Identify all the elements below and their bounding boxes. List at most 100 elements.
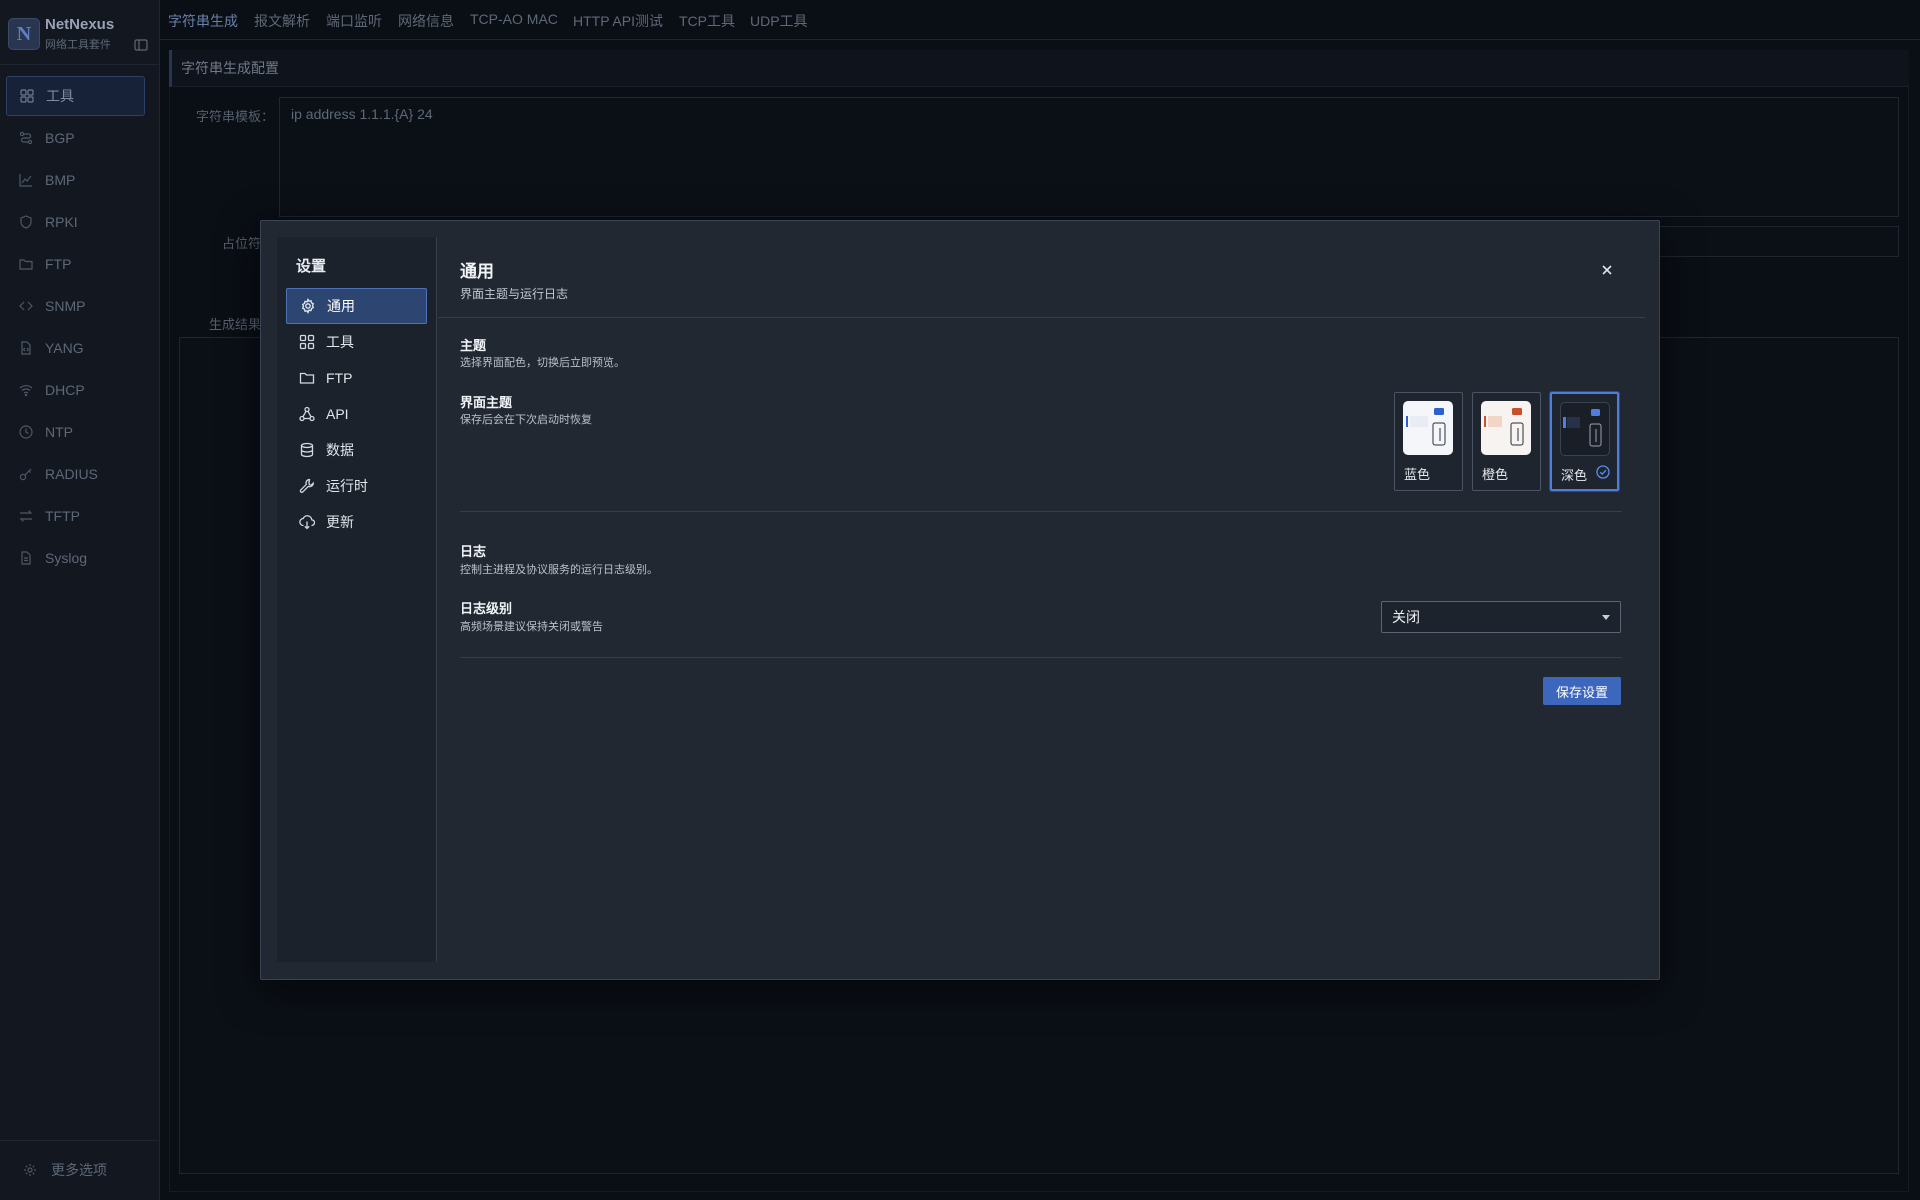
settings-nav-label: 运行时 — [326, 478, 368, 494]
panel-title: 通用 — [460, 262, 494, 281]
header-divider — [438, 317, 1645, 318]
app-sidebar: N NetNexus 网络工具套件 工具 BGP BMP RPKI FTP SN… — [0, 0, 160, 1200]
settings-title: 设置 — [296, 258, 327, 275]
key-icon — [19, 467, 33, 481]
log-level-select[interactable]: 关闭 — [1381, 601, 1621, 633]
sidebar-item-snmp[interactable]: SNMP — [6, 286, 145, 326]
app-subtitle: 网络工具套件 — [45, 39, 111, 51]
sidebar-item-label: SNMP — [45, 298, 86, 314]
sidebar-item-label: RPKI — [45, 214, 78, 230]
sidebar-item-label: DHCP — [45, 382, 85, 398]
sidebar-item-bmp[interactable]: BMP — [6, 160, 145, 200]
route-icon — [19, 131, 33, 145]
sidebar-item-ntp[interactable]: NTP — [6, 412, 145, 452]
settings-nav-api[interactable]: API — [286, 396, 427, 432]
result-label: 生成结果 — [209, 317, 262, 332]
tab-tcp-tool[interactable]: TCP工具 — [679, 11, 735, 31]
shield-icon — [19, 215, 33, 229]
more-options-button[interactable]: 更多选项 — [23, 1160, 107, 1180]
transfer-icon — [19, 509, 33, 523]
save-settings-button[interactable]: 保存设置 — [1543, 677, 1621, 705]
tab-string-gen[interactable]: 字符串生成 — [168, 11, 238, 31]
top-tab-bar: 字符串生成 报文解析 端口监听 网络信息 TCP-AO MAC HTTP API… — [160, 0, 1920, 40]
footer-divider — [460, 657, 1622, 658]
app-name: NetNexus — [45, 16, 115, 33]
grid-icon — [299, 334, 315, 350]
sidebar-item-label: 工具 — [46, 88, 74, 104]
sidebar-item-label: RADIUS — [45, 466, 98, 482]
theme-preview-blue — [1403, 401, 1453, 455]
section-header: 字符串生成配置 — [169, 50, 1909, 87]
tab-packet-parse[interactable]: 报文解析 — [254, 11, 310, 31]
sidebar-item-label: BMP — [45, 172, 76, 188]
sidebar-item-label: NTP — [45, 424, 73, 440]
logo-letter: N — [16, 22, 32, 45]
tab-udp-tool[interactable]: UDP工具 — [750, 11, 808, 31]
tab-tcp-ao-mac[interactable]: TCP-AO MAC — [470, 11, 558, 27]
template-label: 字符串模板： — [196, 109, 275, 124]
log-section-desc: 控制主进程及协议服务的运行日志级别。 — [460, 564, 658, 576]
sidebar-item-label: Syslog — [45, 550, 88, 566]
tab-network-info[interactable]: 网络信息 — [398, 11, 454, 31]
sidebar-item-ftp[interactable]: FTP — [6, 244, 145, 284]
sidebar-item-label: YANG — [45, 340, 84, 356]
clock-icon — [19, 425, 33, 439]
sidebar-item-rpki[interactable]: RPKI — [6, 202, 145, 242]
settings-nav-label: 工具 — [326, 334, 354, 350]
settings-nav-label: API — [326, 406, 349, 422]
grid-icon — [20, 89, 34, 103]
tab-http-api-test[interactable]: HTTP API测试 — [573, 11, 663, 31]
sidebar-collapse-icon[interactable] — [134, 38, 150, 54]
brand-divider — [0, 64, 160, 65]
api-icon — [299, 406, 315, 422]
log-level-value: 关闭 — [1392, 609, 1420, 625]
sidebar-item-dhcp[interactable]: DHCP — [6, 370, 145, 410]
log-section-title: 日志 — [460, 544, 487, 559]
settings-nav-tools[interactable]: 工具 — [286, 324, 427, 360]
gear-icon — [23, 1163, 37, 1177]
settings-sidebar: 设置 通用 工具 FTP API 数据 运行时 更新 — [277, 237, 437, 962]
settings-nav-update[interactable]: 更新 — [286, 504, 427, 540]
template-textarea[interactable]: ip address 1.1.1.{A} 24 — [279, 97, 1899, 217]
sidebar-item-tftp[interactable]: TFTP — [6, 496, 145, 536]
sidebar-item-radius[interactable]: RADIUS — [6, 454, 145, 494]
chart-icon — [19, 173, 33, 187]
theme-option-label: 蓝色 — [1404, 467, 1431, 482]
settings-nav-ftp[interactable]: FTP — [286, 360, 427, 396]
section-divider — [460, 511, 1622, 512]
theme-preview-orange — [1481, 401, 1531, 455]
close-icon[interactable] — [1600, 263, 1614, 277]
sidebar-item-label: TFTP — [45, 508, 80, 524]
theme-option-blue[interactable]: 蓝色 — [1394, 392, 1463, 491]
settings-nav-label: 通用 — [327, 298, 355, 314]
sidebar-item-bgp[interactable]: BGP — [6, 118, 145, 158]
theme-option-dark[interactable]: 深色 — [1550, 392, 1619, 491]
tab-port-listen[interactable]: 端口监听 — [326, 11, 382, 31]
theme-option-label: 橙色 — [1482, 467, 1509, 482]
sidebar-item-label: BGP — [45, 130, 75, 146]
settings-nav-general[interactable]: 通用 — [286, 288, 427, 324]
settings-nav-label: 数据 — [326, 442, 354, 458]
sidebar-item-syslog[interactable]: Syslog — [6, 538, 145, 578]
check-circle-icon — [1596, 465, 1610, 479]
file-code-icon — [19, 341, 33, 355]
settings-nav-label: 更新 — [326, 514, 354, 530]
folder-icon — [299, 370, 315, 386]
settings-nav-data[interactable]: 数据 — [286, 432, 427, 468]
sidebar-footer-divider — [0, 1140, 160, 1141]
theme-option-orange[interactable]: 橙色 — [1472, 392, 1541, 491]
settings-modal: 设置 通用 工具 FTP API 数据 运行时 更新 通用 界面主题与运行日志 … — [260, 220, 1660, 980]
sidebar-item-yang[interactable]: YANG — [6, 328, 145, 368]
code-icon — [19, 299, 33, 313]
cloud-download-icon — [299, 514, 315, 530]
sidebar-item-label: FTP — [45, 256, 72, 272]
sidebar-item-tools[interactable]: 工具 — [6, 76, 145, 116]
placeholder-label: 占位符 — [222, 236, 262, 251]
theme-row-title: 界面主题 — [460, 395, 513, 410]
wrench-icon — [299, 478, 315, 494]
log-level-title: 日志级别 — [460, 601, 513, 616]
panel-subtitle: 界面主题与运行日志 — [460, 287, 569, 301]
settings-nav-runtime[interactable]: 运行时 — [286, 468, 427, 504]
chevron-down-icon — [1602, 615, 1610, 620]
theme-row-desc: 保存后会在下次启动时恢复 — [460, 414, 592, 426]
